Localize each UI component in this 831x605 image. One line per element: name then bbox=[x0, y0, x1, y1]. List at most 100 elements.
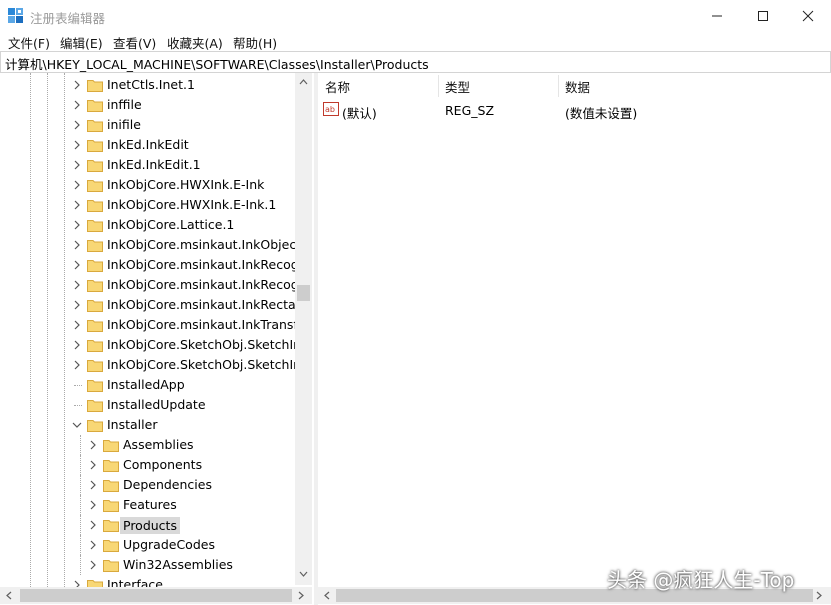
menu-edit[interactable]: 编辑(E) bbox=[60, 33, 103, 52]
tree-item[interactable]: InkObjCore.SketchObj.SketchInk bbox=[0, 335, 308, 355]
chevron-right-icon[interactable] bbox=[72, 180, 82, 190]
tree-item[interactable]: InkObjCore.msinkaut.InkRecognizers bbox=[0, 275, 312, 295]
chevron-down-icon[interactable] bbox=[72, 420, 82, 430]
folder-icon bbox=[103, 480, 119, 492]
chevron-right-icon[interactable] bbox=[72, 200, 82, 210]
tree-guide-line bbox=[74, 405, 82, 407]
chevron-right-icon[interactable] bbox=[72, 280, 82, 290]
tree-item[interactable]: Assemblies bbox=[0, 435, 295, 455]
chevron-right-icon[interactable] bbox=[72, 260, 82, 270]
tree-guide-line bbox=[80, 435, 82, 455]
tree-item[interactable]: Win32Assemblies bbox=[0, 555, 295, 575]
tree-item-label: InkEd.InkEdit.1 bbox=[107, 157, 201, 172]
maximize-button[interactable] bbox=[740, 0, 786, 31]
column-divider[interactable] bbox=[438, 75, 439, 97]
menu-file[interactable]: 文件(F) bbox=[8, 33, 50, 52]
tree-item[interactable]: InkObjCore.msinkaut.InkObject.1 bbox=[0, 235, 312, 255]
chevron-right-icon[interactable] bbox=[72, 360, 82, 370]
scroll-left-arrow-icon[interactable] bbox=[5, 591, 12, 600]
tree-item[interactable]: InkObjCore.HWXInk.E-Ink bbox=[0, 175, 295, 195]
tree-item-label: inffile bbox=[107, 97, 142, 112]
tree-item-label: UpgradeCodes bbox=[123, 537, 215, 552]
folder-icon bbox=[87, 80, 103, 92]
tree-guide-line bbox=[47, 73, 49, 593]
tree-item[interactable]: UpgradeCodes bbox=[0, 535, 295, 555]
folder-icon bbox=[87, 160, 103, 172]
folder-icon bbox=[87, 180, 103, 192]
tree-item-label: InkObjCore.SketchObj.SketchInk.1 bbox=[107, 357, 312, 372]
scroll-left-arrow-icon[interactable] bbox=[323, 591, 330, 600]
folder-icon bbox=[87, 320, 103, 332]
tree-item-label: inifile bbox=[107, 117, 141, 132]
column-header-type[interactable]: 类型 bbox=[445, 77, 470, 96]
tree-item[interactable]: InkObjCore.HWXInk.E-Ink.1 bbox=[0, 195, 295, 215]
tree-item-label: Installer bbox=[107, 417, 158, 432]
tree-item[interactable]: InkEd.InkEdit bbox=[0, 135, 295, 155]
column-header-data[interactable]: 数据 bbox=[565, 77, 590, 96]
tree-guide-line bbox=[80, 535, 82, 555]
folder-icon bbox=[87, 280, 103, 292]
tree-scroll-thumb[interactable] bbox=[297, 285, 310, 301]
tree-item[interactable]: InetCtls.Inet.1 bbox=[0, 75, 295, 95]
tree-item[interactable]: InkEd.InkEdit.1 bbox=[0, 155, 295, 175]
list-row[interactable]: ab (默认) REG_SZ (数值未设置) bbox=[318, 100, 831, 121]
address-bar[interactable]: 计算机\HKEY_LOCAL_MACHINE\SOFTWARE\Classes\… bbox=[0, 51, 831, 73]
chevron-right-icon[interactable] bbox=[72, 340, 82, 350]
chevron-right-icon[interactable] bbox=[72, 220, 82, 230]
tree-guide-line bbox=[80, 455, 82, 475]
scroll-right-arrow-icon[interactable] bbox=[816, 591, 823, 600]
chevron-right-icon[interactable] bbox=[88, 520, 98, 530]
chevron-right-icon[interactable] bbox=[72, 120, 82, 130]
chevron-right-icon[interactable] bbox=[88, 540, 98, 550]
tree-guide-line bbox=[74, 385, 82, 387]
chevron-right-icon[interactable] bbox=[88, 480, 98, 490]
chevron-right-icon[interactable] bbox=[72, 80, 82, 90]
minimize-button[interactable] bbox=[694, 0, 740, 31]
tree-item[interactable]: InkObjCore.msinkaut.InkRecognizer bbox=[0, 255, 312, 275]
chevron-right-icon[interactable] bbox=[72, 240, 82, 250]
menu-favorites[interactable]: 收藏夹(A) bbox=[167, 33, 223, 52]
scroll-right-arrow-icon[interactable] bbox=[298, 591, 305, 600]
chevron-right-icon[interactable] bbox=[88, 560, 98, 570]
tree-item-label: InkEd.InkEdit bbox=[107, 137, 189, 152]
column-divider[interactable] bbox=[558, 75, 559, 97]
folder-icon bbox=[87, 360, 103, 372]
tree-item[interactable]: InkObjCore.msinkaut.InkTransform bbox=[0, 315, 312, 335]
tree-item[interactable]: inffile bbox=[0, 95, 295, 115]
menu-view[interactable]: 查看(V) bbox=[113, 33, 156, 52]
chevron-right-icon[interactable] bbox=[88, 460, 98, 470]
chevron-right-icon[interactable] bbox=[72, 160, 82, 170]
folder-icon bbox=[103, 500, 119, 512]
tree-item[interactable]: InkObjCore.SketchObj.SketchInk.1 bbox=[0, 355, 312, 375]
chevron-right-icon[interactable] bbox=[72, 320, 82, 330]
tree-item[interactable]: InkObjCore.msinkaut.InkRectangle bbox=[0, 295, 312, 315]
tree-vertical-scrollbar[interactable] bbox=[295, 73, 312, 585]
close-button[interactable] bbox=[785, 0, 831, 31]
chevron-right-icon[interactable] bbox=[72, 140, 82, 150]
values-list-pane[interactable]: 名称 类型 数据 ab (默认) REG_SZ (数值未设置) bbox=[318, 73, 831, 605]
chevron-right-icon[interactable] bbox=[72, 300, 82, 310]
tree-item[interactable]: Dependencies bbox=[0, 475, 295, 495]
tree-item[interactable]: InstalledUpdate bbox=[0, 395, 295, 415]
address-path[interactable]: 计算机\HKEY_LOCAL_MACHINE\SOFTWARE\Classes\… bbox=[5, 54, 429, 73]
column-header-name[interactable]: 名称 bbox=[325, 77, 350, 96]
key-tree-pane[interactable]: InetCtls.Inet.1 inffile inifile InkEd.InkEd… bbox=[0, 73, 312, 605]
tree-item[interactable]: InstalledApp bbox=[0, 375, 295, 395]
tree-item[interactable]: Components bbox=[0, 455, 295, 475]
tree-item[interactable]: Products bbox=[0, 515, 295, 535]
tree-guide-line bbox=[80, 475, 82, 495]
chevron-right-icon[interactable] bbox=[72, 100, 82, 110]
tree-guide-line bbox=[30, 73, 32, 593]
tree-item[interactable]: InkObjCore.Lattice.1 bbox=[0, 215, 295, 235]
tree-hscroll-thumb[interactable] bbox=[20, 589, 292, 602]
menu-help[interactable]: 帮助(H) bbox=[233, 33, 277, 52]
scroll-down-arrow-icon[interactable] bbox=[299, 571, 308, 578]
chevron-right-icon[interactable] bbox=[88, 500, 98, 510]
tree-item[interactable]: Installer bbox=[0, 415, 295, 435]
chevron-right-icon[interactable] bbox=[88, 440, 98, 450]
tree-item-label: InkObjCore.HWXInk.E-Ink.1 bbox=[107, 197, 277, 212]
tree-item[interactable]: Features bbox=[0, 495, 295, 515]
tree-item[interactable]: inifile bbox=[0, 115, 295, 135]
maximize-icon bbox=[758, 10, 768, 21]
scroll-up-arrow-icon[interactable] bbox=[299, 78, 308, 85]
